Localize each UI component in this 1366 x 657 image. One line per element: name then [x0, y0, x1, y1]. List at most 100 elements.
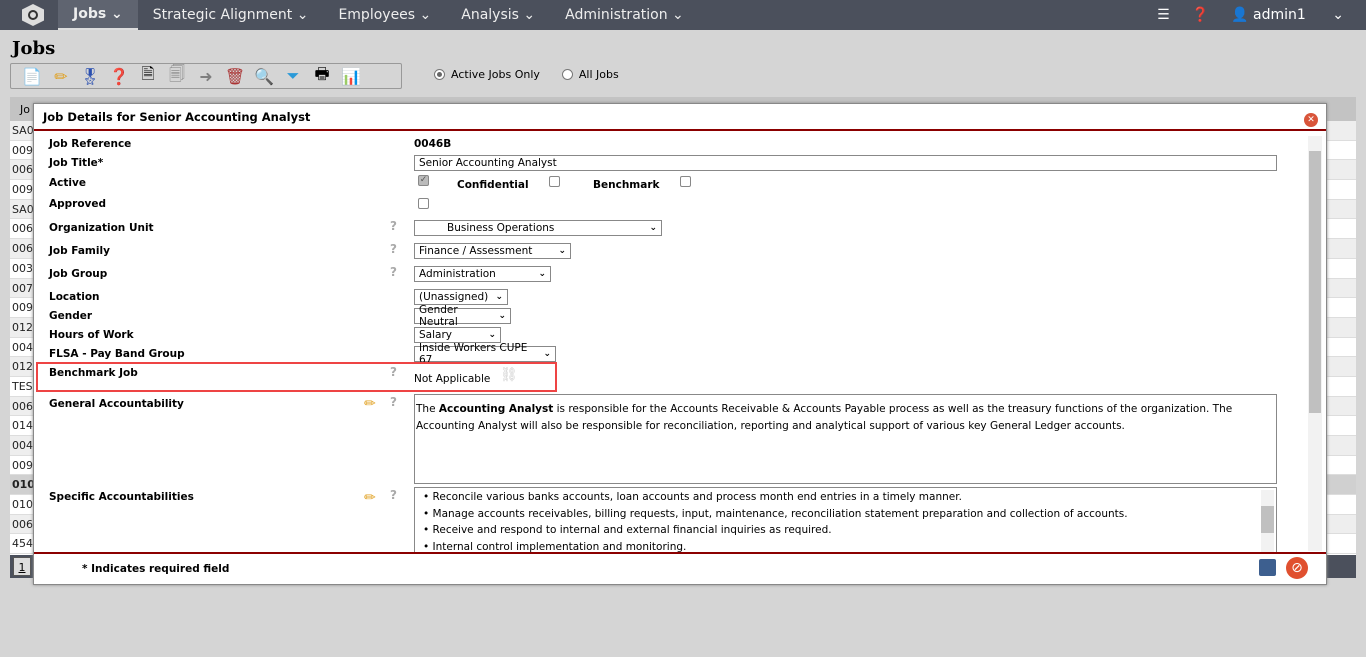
- list-item: • Reconcile various banks accounts, loan…: [423, 491, 962, 503]
- flsa-pay-band-select[interactable]: Inside Workers CUPE 67 ⌄: [414, 342, 556, 366]
- radio-button[interactable]: [561, 69, 573, 80]
- text: The: [416, 403, 439, 415]
- dialog-footer: * Indicates required field ⊘: [34, 552, 1326, 584]
- benchmark-job-value: Not Applicable: [414, 373, 491, 385]
- approved-checkbox[interactable]: [418, 198, 429, 209]
- nav-analysis[interactable]: Analysis ⌄: [446, 0, 550, 30]
- radio-label: Active Jobs Only: [451, 68, 540, 81]
- label-job-group: Job Group: [49, 268, 108, 280]
- label-active: Active: [49, 177, 86, 189]
- settings-sliders-icon[interactable]: ☰: [1157, 7, 1170, 23]
- app-logo[interactable]: [22, 4, 44, 26]
- edit-pencil-icon[interactable]: ✏: [50, 66, 72, 86]
- label-confidential: Confidential: [457, 179, 529, 191]
- transfer-disabled-icon[interactable]: ➜: [195, 66, 217, 86]
- label-benchmark: Benchmark: [593, 179, 660, 191]
- list-item: • Manage accounts receivables, billing r…: [423, 507, 1128, 520]
- chevron-down-icon: ⌄: [488, 330, 496, 340]
- help-question-icon[interactable]: ?: [390, 395, 397, 409]
- label-job-family: Job Family: [49, 245, 110, 257]
- label-flsa-pay-band: FLSA - Pay Band Group: [49, 348, 185, 360]
- help-question-icon[interactable]: ?: [390, 219, 397, 233]
- gender-select[interactable]: Gender Neutral ⌄: [414, 304, 511, 328]
- radio-label: All Jobs: [578, 68, 619, 81]
- job-group-select[interactable]: Administration ⌄: [414, 266, 551, 282]
- chevron-down-icon: ⌄: [543, 349, 551, 359]
- chevron-down-icon: ⌄: [538, 269, 546, 279]
- nav-jobs[interactable]: Jobs ⌄: [58, 0, 138, 30]
- cancel-icon[interactable]: ⊘: [1286, 557, 1308, 579]
- list-item: • Receive and respond to internal and ex…: [423, 524, 832, 536]
- label-general-accountability: General Accountability: [49, 398, 184, 410]
- copy-disabled-icon[interactable]: 🗐: [166, 64, 188, 86]
- help-question-icon[interactable]: ?: [390, 365, 397, 379]
- close-icon[interactable]: ✕: [1304, 113, 1318, 127]
- broken-link-icon[interactable]: ⛓: [500, 367, 518, 383]
- selected-value: Finance / Assessment: [419, 245, 533, 257]
- selected-value: Administration: [419, 268, 496, 280]
- filter-funnel-icon[interactable]: ⏷: [282, 66, 304, 86]
- print-icon[interactable]: 🖶: [311, 64, 333, 86]
- edit-pencil-icon[interactable]: ✏: [364, 396, 376, 412]
- active-checkbox[interactable]: ✓: [418, 175, 429, 186]
- nav-administration[interactable]: Administration ⌄: [550, 0, 699, 30]
- label-job-reference: Job Reference: [49, 138, 132, 150]
- nav-employees[interactable]: Employees ⌄: [323, 0, 446, 30]
- label-approved: Approved: [49, 198, 107, 210]
- user-name: admin1: [1253, 7, 1306, 23]
- nav-strategic-alignment[interactable]: Strategic Alignment ⌄: [138, 0, 324, 30]
- user-menu[interactable]: 👤 admin1 ⌄: [1231, 7, 1344, 23]
- selected-value: Business Operations: [447, 222, 555, 234]
- document-icon[interactable]: 🗎: [137, 64, 159, 86]
- label-benchmark-job: Benchmark Job: [49, 367, 138, 379]
- text-bold: Accounting Analyst: [438, 403, 554, 415]
- search-magnifier-icon[interactable]: 🔍: [253, 66, 275, 86]
- selected-value: Gender Neutral: [419, 304, 458, 328]
- location-select[interactable]: (Unassigned) ⌄: [414, 289, 508, 305]
- help-question-icon[interactable]: ?: [390, 265, 397, 279]
- dialog-scrollbar[interactable]: [1308, 136, 1322, 551]
- radio-button-checked[interactable]: [434, 69, 445, 80]
- dialog-title: Job Details for Senior Accounting Analys…: [43, 110, 311, 124]
- top-nav: Jobs ⌄ Strategic Alignment ⌄ Employees ⌄…: [0, 0, 1366, 30]
- award-ribbon-icon[interactable]: 🎖: [79, 66, 101, 86]
- organization-unit-select[interactable]: Business Operations ⌄: [414, 220, 662, 236]
- scrollbar[interactable]: [1261, 490, 1274, 553]
- save-icon[interactable]: [1259, 559, 1276, 576]
- required-field-note: * Indicates required field: [82, 563, 230, 575]
- radio-all-jobs[interactable]: All Jobs: [561, 68, 619, 81]
- chevron-down-icon: ⌄: [558, 246, 566, 256]
- column-header[interactable]: Jo: [20, 103, 30, 116]
- chevron-down-icon: ⌄: [649, 223, 657, 233]
- hours-of-work-select[interactable]: Salary ⌄: [414, 327, 501, 343]
- benchmark-checkbox[interactable]: [680, 176, 691, 187]
- job-family-select[interactable]: Finance / Assessment ⌄: [414, 243, 571, 259]
- list-item: • Internal control implementation and mo…: [423, 540, 687, 553]
- dialog-body: Job Reference 0046B Job Title* Senior Ac…: [34, 133, 1326, 553]
- label-hours-of-work: Hours of Work: [49, 329, 134, 341]
- dialog-header: Job Details for Senior Accounting Analys…: [34, 104, 1326, 131]
- help-icon[interactable]: ❓: [1192, 7, 1209, 23]
- confidential-checkbox[interactable]: [549, 176, 560, 187]
- chevron-down-icon: ⌄: [498, 311, 506, 321]
- help-question-icon[interactable]: ?: [390, 242, 397, 256]
- job-details-dialog: Job Details for Senior Accounting Analys…: [33, 103, 1327, 585]
- job-reference-value: 0046B: [414, 138, 452, 150]
- label-location: Location: [49, 291, 100, 303]
- reports-chart-icon[interactable]: 📊: [340, 66, 362, 86]
- label-job-title: Job Title*: [49, 157, 104, 169]
- radio-active-jobs[interactable]: Active Jobs Only: [434, 68, 540, 81]
- questionnaire-icon[interactable]: ❓: [108, 66, 130, 86]
- job-title-input[interactable]: Senior Accounting Analyst: [414, 155, 1277, 171]
- delete-trash-icon[interactable]: 🗑: [224, 66, 246, 86]
- specific-accountabilities-text[interactable]: • Reconcile various banks accounts, loan…: [414, 487, 1277, 553]
- label-gender: Gender: [49, 310, 93, 322]
- selected-value: (Unassigned): [419, 291, 489, 303]
- edit-pencil-icon[interactable]: ✏: [364, 490, 376, 506]
- chevron-down-icon: ⌄: [495, 292, 503, 302]
- general-accountability-text[interactable]: The Accounting Analyst is responsible fo…: [414, 394, 1277, 484]
- page-1-button[interactable]: 1: [13, 557, 31, 576]
- help-question-icon[interactable]: ?: [390, 488, 397, 502]
- page-title: Jobs: [12, 38, 56, 59]
- add-job-icon[interactable]: 📄: [21, 66, 43, 86]
